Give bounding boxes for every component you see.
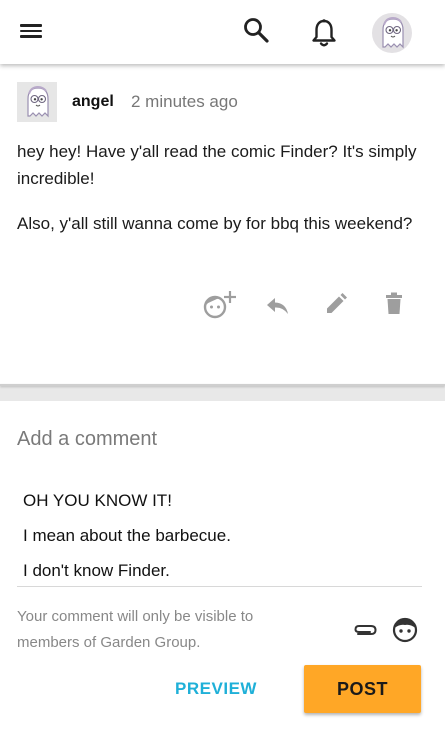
bell-icon[interactable] [310, 18, 338, 48]
divider [0, 384, 445, 386]
delete-icon[interactable] [385, 292, 403, 316]
search-icon[interactable] [242, 16, 270, 44]
edit-icon[interactable] [324, 292, 348, 316]
post-paragraph: hey hey! Have y'all read the comic Finde… [17, 142, 417, 188]
ghost-avatar-icon [382, 16, 404, 49]
post-body: hey hey! Have y'all read the comic Finde… [17, 138, 427, 255]
comment-composer: Add a comment OH YOU KNOW IT! I mean abo… [0, 401, 445, 743]
comment-heading: Add a comment [17, 428, 158, 450]
post-card: angel 2 minutes ago hey hey! Have y'all … [0, 64, 445, 384]
avatar[interactable] [372, 13, 412, 53]
preview-button[interactable]: PREVIEW [164, 669, 268, 709]
emoji-icon[interactable] [392, 617, 418, 643]
post-timestamp: 2 minutes ago [131, 92, 238, 111]
post-actions [0, 290, 445, 322]
add-reaction-icon[interactable] [203, 290, 237, 320]
post-button[interactable]: POST [304, 665, 421, 713]
menu-icon[interactable] [20, 22, 42, 42]
author-avatar[interactable] [17, 82, 57, 122]
attachment-icon[interactable] [352, 619, 378, 641]
draft-line: I mean about the barbecue. [23, 526, 231, 545]
comment-input[interactable]: OH YOU KNOW IT! I mean about the barbecu… [23, 488, 423, 593]
input-underline [17, 586, 422, 587]
ghost-avatar-icon [27, 85, 49, 118]
app-bar [0, 0, 445, 64]
visibility-note: Your comment will only be visible to mem… [17, 608, 254, 651]
reply-icon[interactable] [265, 296, 289, 316]
post-paragraph: Also, y'all still wanna come by for bbq … [17, 214, 413, 233]
draft-line: OH YOU KNOW IT! [23, 491, 172, 510]
author-name[interactable]: angel [72, 93, 114, 111]
draft-line: I don't know Finder. [23, 561, 170, 580]
